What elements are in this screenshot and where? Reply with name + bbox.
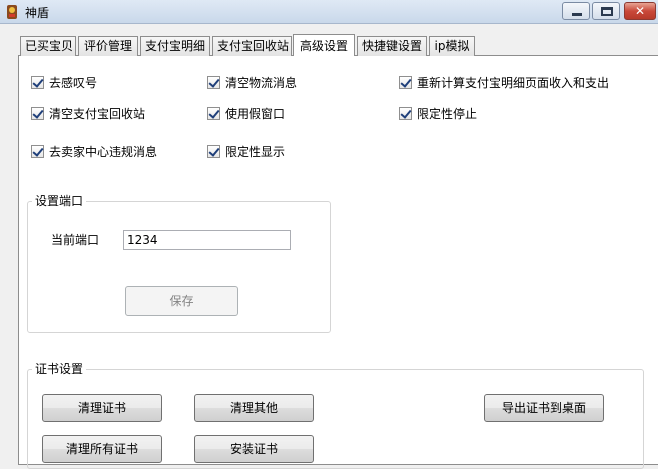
title-bar: 神盾 ✕ (0, 0, 658, 24)
close-button[interactable]: ✕ (624, 2, 656, 20)
save-port-button[interactable]: 保存 (125, 286, 238, 316)
shield-app-icon (7, 5, 17, 19)
tab-ip-simulation[interactable]: ip模拟 (429, 36, 475, 56)
checkbox-checked-icon[interactable] (31, 107, 44, 120)
option-label: 限定性显示 (225, 145, 286, 159)
option-label: 限定性停止 (417, 107, 478, 121)
tab-alipay-recycle-bin[interactable]: 支付宝回收站 (212, 36, 292, 56)
close-icon: ✕ (634, 4, 646, 18)
option-label: 清空物流消息 (225, 76, 298, 90)
tab-review-management[interactable]: 评价管理 (78, 36, 138, 56)
tab-strip: 已买宝贝 评价管理 支付宝明细 支付宝回收站 高级设置 快捷键设置 ip模拟 (0, 34, 658, 56)
tab-purchased-items[interactable]: 已买宝贝 (20, 36, 76, 56)
export-certificate-to-desktop-button[interactable]: 导出证书到桌面 (484, 394, 604, 422)
checkbox-checked-icon[interactable] (207, 107, 220, 120)
option-label: 去卖家中心违规消息 (49, 145, 158, 159)
checkbox-checked-icon[interactable] (31, 145, 44, 158)
option-label: 使用假窗口 (225, 107, 286, 121)
current-port-input[interactable] (123, 230, 291, 250)
checkbox-checked-icon[interactable] (207, 76, 220, 89)
option-label: 重新计算支付宝明细页面收入和支出 (417, 76, 610, 90)
current-port-label: 当前端口 (51, 233, 100, 247)
minimize-icon (572, 13, 582, 16)
maximize-icon (601, 7, 613, 16)
clear-all-certificates-button[interactable]: 清理所有证书 (42, 435, 162, 463)
checkbox-checked-icon[interactable] (399, 107, 412, 120)
install-certificate-button[interactable]: 安装证书 (194, 435, 314, 463)
tab-alipay-details[interactable]: 支付宝明细 (140, 36, 210, 56)
minimize-button[interactable] (562, 2, 590, 20)
checkbox-checked-icon[interactable] (399, 76, 412, 89)
checkbox-checked-icon[interactable] (207, 145, 220, 158)
tab-advanced-settings[interactable]: 高级设置 (293, 34, 355, 56)
certificate-settings-title: 证书设置 (32, 362, 87, 376)
option-label: 清空支付宝回收站 (49, 107, 146, 121)
option-label: 去感叹号 (49, 76, 98, 90)
tab-hotkey-settings[interactable]: 快捷键设置 (357, 36, 427, 56)
window-title: 神盾 (25, 6, 50, 20)
clear-certificate-button[interactable]: 清理证书 (42, 394, 162, 422)
clear-other-button[interactable]: 清理其他 (194, 394, 314, 422)
maximize-button[interactable] (592, 2, 620, 20)
port-settings-title: 设置端口 (32, 194, 87, 208)
checkbox-checked-icon[interactable] (31, 76, 44, 89)
